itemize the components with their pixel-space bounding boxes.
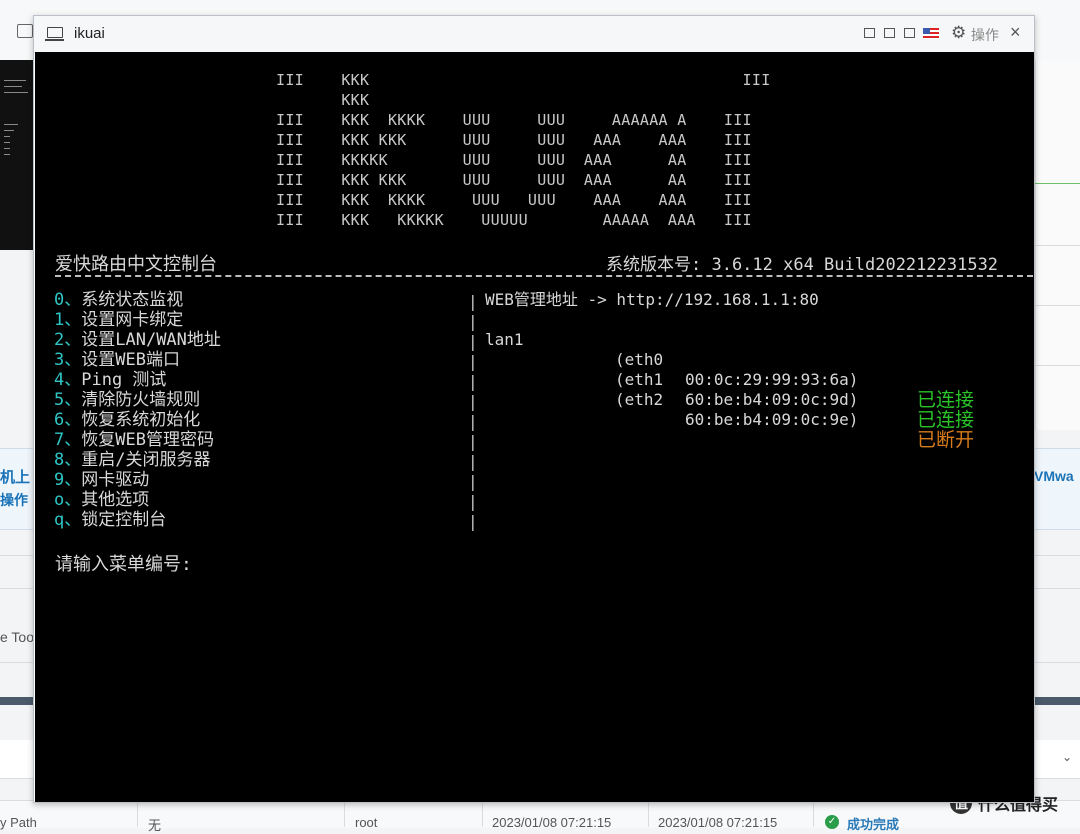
menu-item: 3、设置WEB端口 [54,350,180,370]
table-col-divider [482,800,483,827]
console-screen[interactable]: III KKK III KKK III KKK KKKK UUU UUU AAA… [35,52,1034,802]
table-cell: root [355,815,378,830]
window-titlebar[interactable]: ikuai ⚙ 操作 × [34,16,1034,53]
nic-mac: 60:be:b4:09:0c:9e) [685,410,859,429]
network-info: WEB管理地址 -> http://192.168.1.1:80 lan1 (e… [485,290,974,450]
console-thumbnail[interactable] [0,60,34,250]
console-window: ikuai ⚙ 操作 × III KKK III KKK III KKK KKK… [33,15,1035,803]
menu-item: o、其他选项 [54,490,150,510]
monitor-icon [45,27,64,41]
table-cell: y Path [0,815,37,830]
background-vmware-link[interactable]: VMwa [1034,468,1074,484]
fit-window-icon[interactable] [884,28,895,38]
restore-icon[interactable] [864,28,875,38]
nic-row: lan1 (eth0 00:0c:29:99:93:6a) 已连接 [485,310,974,410]
table-col-divider [137,800,138,827]
gear-icon[interactable]: ⚙ [951,23,966,43]
table-cell: 无 [148,818,162,833]
background-progress-line [1035,183,1080,184]
nic-status: 已断开 [917,429,975,451]
menu-item: 5、清除防火墙规则 [54,390,201,410]
window-title: ikuai [74,25,105,42]
table-col-divider [648,800,649,827]
header-divider [55,275,1033,277]
nic-interface: (eth1 [615,370,664,389]
nic-row: (eth2 60:be:b4:09:0c:9e) 已断开 [485,350,974,450]
chevron-down-icon[interactable]: ⌄ [1062,750,1072,764]
background-divider [1035,305,1080,306]
table-col-divider [344,800,345,827]
menu-item: 1、设置网卡绑定 [54,310,184,330]
nic-mac: 60:be:b4:09:0c:9d) [685,390,859,409]
background-divider [1035,365,1080,366]
background-divider [1035,245,1080,246]
nic-row: (eth1 60:be:b4:09:0c:9d) 已连接 [485,330,974,430]
console-menu: 0、系统状态监视 1、设置网卡绑定 2、设置LAN/WAN地址 3、设置WEB端… [54,290,221,530]
table-cell: 2023/01/08 07:21:15 [658,815,778,830]
nic-status: 已连接 [917,409,975,431]
status-badge: 成功完成 [847,817,900,832]
ikuai-ascii-logo: III KKK III KKK III KKK KKKK UUU UUU AAA… [276,71,771,229]
nic-status: 已连接 [917,389,975,411]
menu-item: 2、设置LAN/WAN地址 [54,330,221,350]
nic-mac: 00:0c:29:99:93:6a) [685,370,859,389]
background-tools-label: e Too [0,629,34,645]
menu-item: 8、重启/关闭服务器 [54,450,211,470]
table-cell: 2023/01/08 07:21:15 [492,815,612,830]
menu-input-prompt[interactable]: 请输入菜单编号: [55,550,192,576]
web-admin-address: WEB管理地址 -> http://192.168.1.1:80 [485,290,819,309]
keyboard-language-flag-icon[interactable] [923,28,939,39]
console-title: 爱快路由中文控制台 [55,254,217,275]
background-action-link[interactable]: 操作 [0,490,28,510]
close-icon[interactable]: × [1010,22,1021,43]
nic-interface: (eth2 [615,390,664,409]
menu-item: 6、恢复系统初始化 [54,410,201,430]
fullscreen-icon[interactable] [904,28,915,38]
menu-item: 0、系统状态监视 [54,290,184,310]
system-version: 系统版本号: 3.6.12 x64 Build202212231532 [606,255,999,275]
actions-menu-button[interactable]: 操作 [971,25,999,45]
chart-icon [17,24,33,38]
table-col-divider [813,800,814,827]
menu-item: q、锁定控制台 [54,510,167,530]
background-action-link[interactable]: 机上 [0,466,30,487]
menu-item: 4、Ping 测试 [54,370,167,390]
menu-item: 7、恢复WEB管理密码 [54,430,214,450]
menu-item: 9、网卡驱动 [54,470,150,490]
